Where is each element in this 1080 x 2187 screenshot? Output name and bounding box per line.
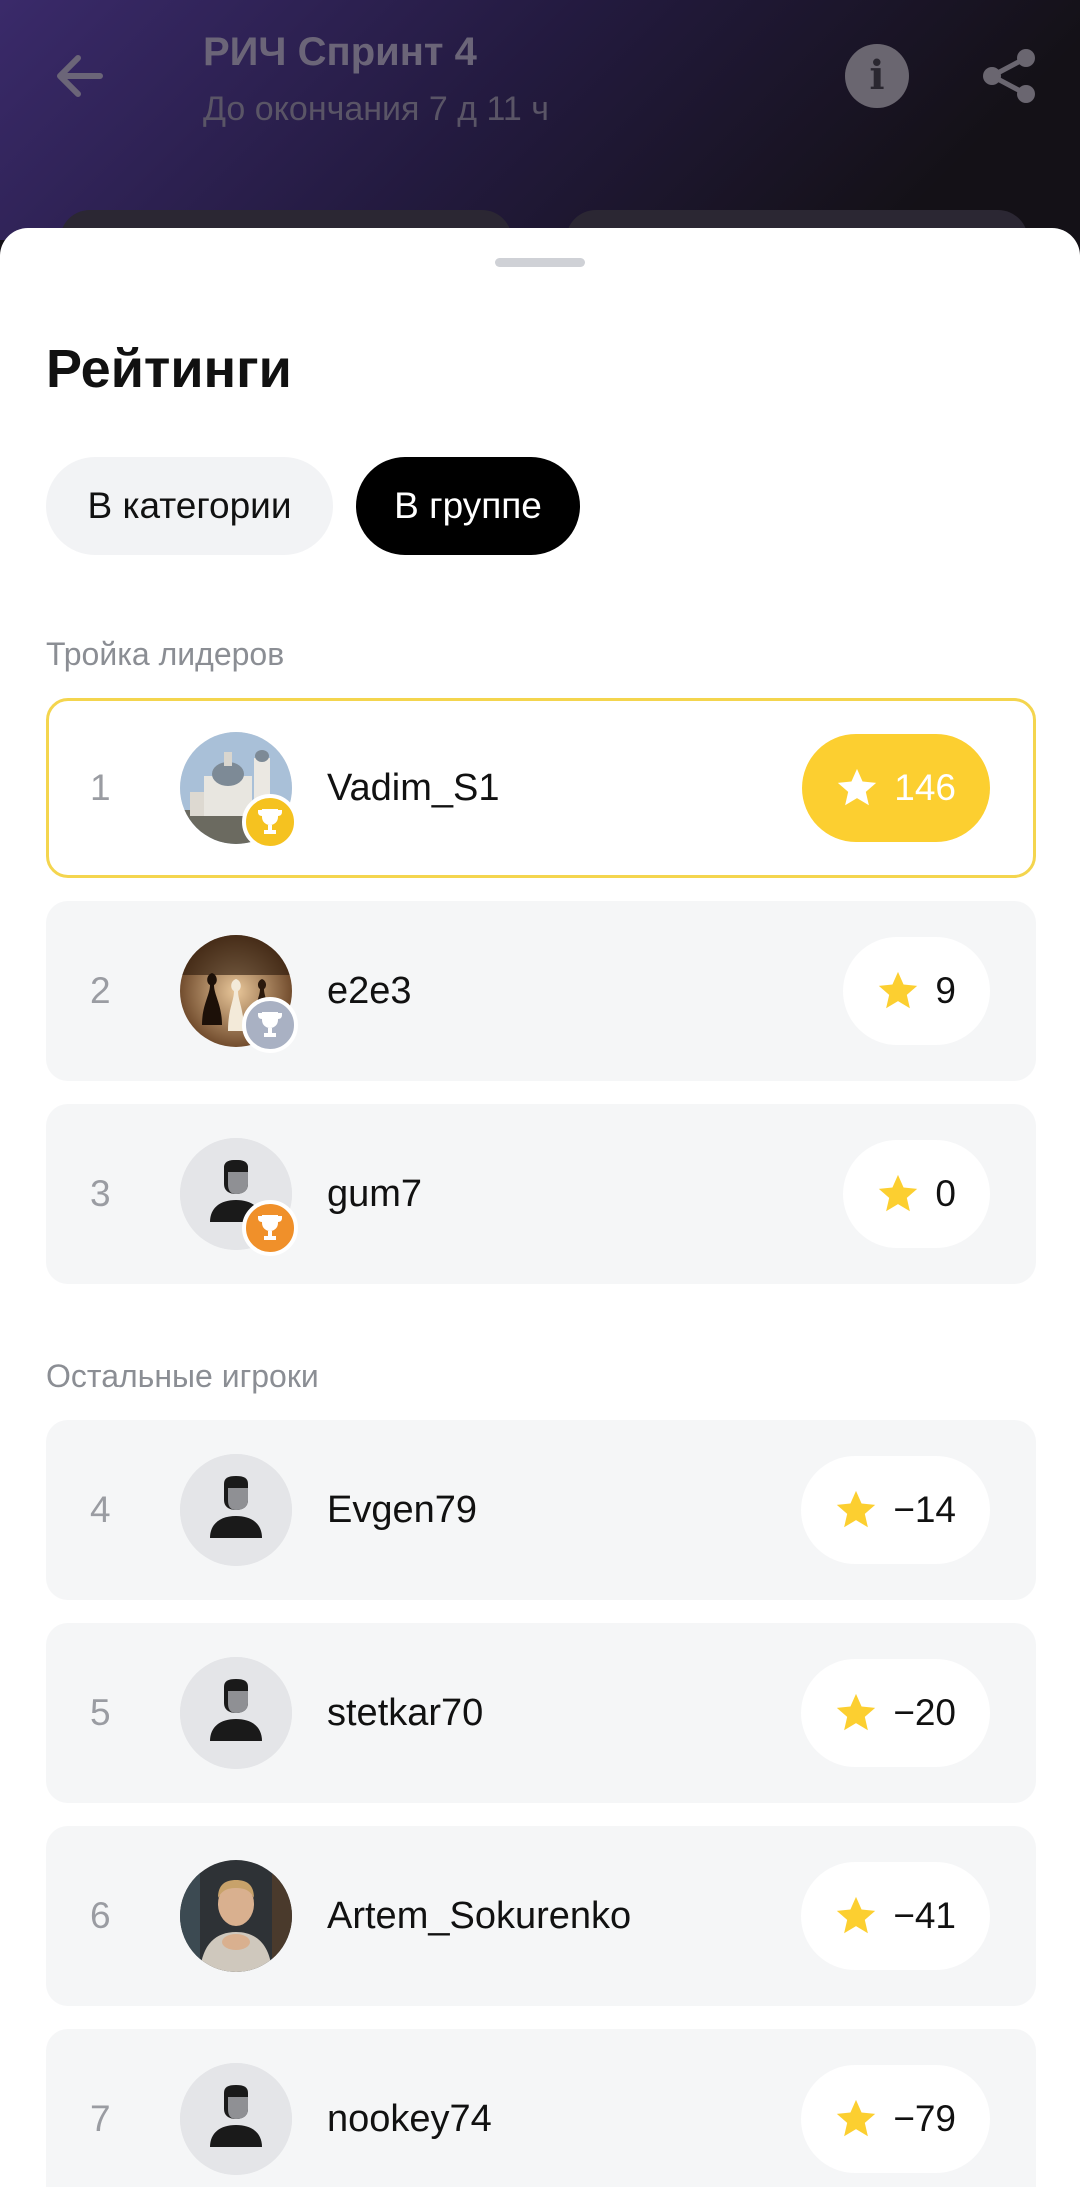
tab-category[interactable]: В категории [46, 457, 333, 555]
score-badge: −79 [801, 2065, 990, 2173]
score-value: 9 [935, 970, 956, 1011]
app-header: РИЧ Спринт 4 До окончания 7 д 11 ч i [0, 0, 1080, 270]
leaderboard-row[interactable]: 3 gum7 0 [46, 1104, 1036, 1284]
default-person-icon [180, 1454, 292, 1566]
tab-group[interactable]: В группе [356, 457, 580, 555]
gold-trophy-icon [242, 794, 298, 850]
score-value: −20 [893, 1692, 956, 1733]
default-person-icon [180, 2063, 292, 2175]
star-icon [837, 1693, 876, 1731]
event-countdown: До окончания 7 д 11 ч [203, 90, 549, 128]
player-name: Artem_Sokurenko [327, 1895, 632, 1937]
score-badge: 0 [843, 1140, 990, 1248]
bronze-trophy-icon [242, 1200, 298, 1256]
leaderboard-row[interactable]: 4 Evgen79 −14 [46, 1420, 1036, 1600]
player-name: nookey74 [327, 2098, 492, 2140]
rank-number: 5 [90, 1692, 111, 1733]
star-icon [879, 1174, 918, 1212]
score-badge: −41 [801, 1862, 990, 1970]
leaderboard-row[interactable]: 6 Artem_Sokurenko −41 [46, 1826, 1036, 2006]
info-icon: i [869, 52, 885, 99]
silver-trophy-icon [242, 997, 298, 1053]
rank-number: 4 [90, 1489, 111, 1530]
share-icon [983, 49, 1035, 103]
player-name: Evgen79 [327, 1489, 478, 1531]
player-name: Vadim_S1 [327, 767, 500, 809]
rank-number: 7 [90, 2098, 111, 2139]
score-badge: −14 [801, 1456, 990, 1564]
star-icon [837, 1896, 876, 1934]
avatar [180, 1454, 292, 1566]
player-name: gum7 [327, 1173, 423, 1215]
player-name: stetkar70 [327, 1692, 484, 1734]
sheet-title: Рейтинги [46, 339, 292, 399]
leaderboard-row[interactable]: 2 e2e3 9 [46, 901, 1036, 1081]
leaderboard-row[interactable]: 7 nookey74 −79 [46, 2029, 1036, 2187]
leaderboard-row[interactable]: 1 Vadim_S1 146 [46, 698, 1036, 878]
event-title: РИЧ Спринт 4 [203, 30, 477, 74]
score-value: 0 [935, 1173, 956, 1214]
star-icon [838, 768, 877, 806]
back-button[interactable] [48, 44, 112, 108]
score-badge: 146 [802, 734, 990, 842]
arrow-left-icon [57, 55, 103, 97]
rank-number: 2 [90, 970, 111, 1011]
leaderboard-row[interactable]: 5 stetkar70 −20 [46, 1623, 1036, 1803]
portrait-photo-icon [180, 1860, 292, 1972]
info-button[interactable]: i [845, 44, 909, 108]
leaders-section-label: Тройка лидеров [46, 636, 285, 672]
avatar [180, 2063, 292, 2175]
others-section-label: Остальные игроки [46, 1358, 319, 1394]
star-icon [879, 971, 918, 1009]
star-icon [837, 2099, 876, 2137]
ratings-sheet: Рейтинги В категории В группе Тройка лид… [0, 228, 1080, 2187]
drag-handle[interactable] [495, 258, 585, 267]
player-name: e2e3 [327, 970, 412, 1012]
star-icon [837, 1490, 876, 1528]
score-badge: −20 [801, 1659, 990, 1767]
score-value: −14 [893, 1489, 956, 1530]
share-button[interactable] [978, 44, 1042, 108]
score-value: 146 [894, 767, 956, 808]
score-badge: 9 [843, 937, 990, 1045]
rank-number: 6 [90, 1895, 111, 1936]
default-person-icon [180, 1657, 292, 1769]
score-value: −41 [893, 1895, 956, 1936]
avatar [180, 1657, 292, 1769]
rank-number: 1 [90, 767, 111, 808]
rank-number: 3 [90, 1173, 111, 1214]
avatar [180, 1860, 292, 1972]
score-value: −79 [893, 2098, 956, 2139]
